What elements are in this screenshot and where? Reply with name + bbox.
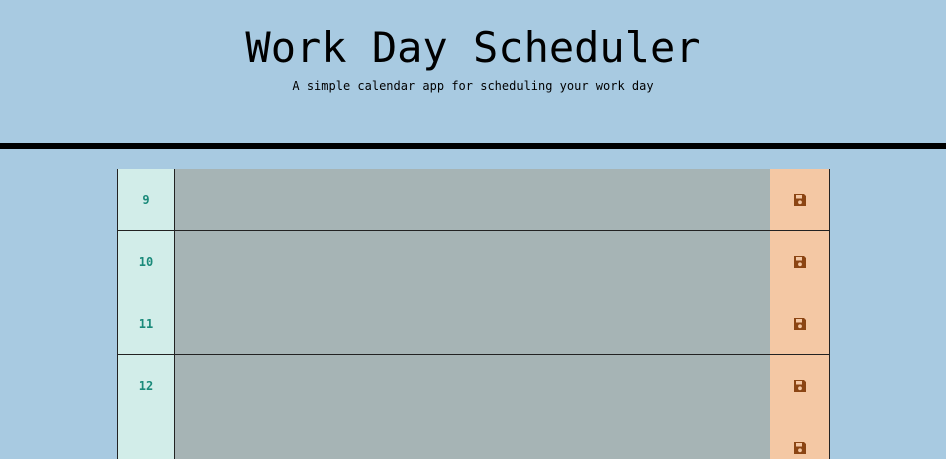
save-button[interactable] bbox=[770, 169, 830, 230]
page-header: Work Day Scheduler A simple calendar app… bbox=[0, 0, 946, 143]
event-input[interactable] bbox=[175, 355, 770, 417]
floppy-disk-icon bbox=[793, 442, 806, 454]
time-block-row: 10 bbox=[117, 231, 830, 293]
time-block-row: 11 bbox=[117, 293, 830, 355]
save-button[interactable] bbox=[770, 293, 830, 354]
time-block-list: 9 10 11 12 bbox=[117, 169, 830, 459]
hour-label: 11 bbox=[117, 293, 175, 354]
time-block-row: 9 bbox=[117, 169, 830, 231]
time-block-row bbox=[117, 417, 830, 459]
floppy-disk-icon bbox=[793, 380, 806, 392]
event-input[interactable] bbox=[175, 417, 770, 459]
hour-label: 12 bbox=[117, 355, 175, 417]
header-divider bbox=[0, 143, 946, 149]
save-button[interactable] bbox=[770, 355, 830, 417]
event-input[interactable] bbox=[175, 231, 770, 293]
save-button[interactable] bbox=[770, 231, 830, 293]
page-subtitle: A simple calendar app for scheduling you… bbox=[292, 79, 654, 93]
floppy-disk-icon bbox=[793, 317, 806, 330]
save-button[interactable] bbox=[770, 417, 830, 459]
event-input[interactable] bbox=[175, 293, 770, 354]
hour-label: 9 bbox=[117, 169, 175, 230]
time-block-row: 12 bbox=[117, 355, 830, 417]
page-title: Work Day Scheduler bbox=[245, 23, 701, 72]
floppy-disk-icon bbox=[793, 256, 806, 268]
floppy-disk-icon bbox=[793, 193, 806, 206]
hour-label: 10 bbox=[117, 231, 175, 293]
event-input[interactable] bbox=[175, 169, 770, 230]
hour-label bbox=[117, 417, 175, 459]
